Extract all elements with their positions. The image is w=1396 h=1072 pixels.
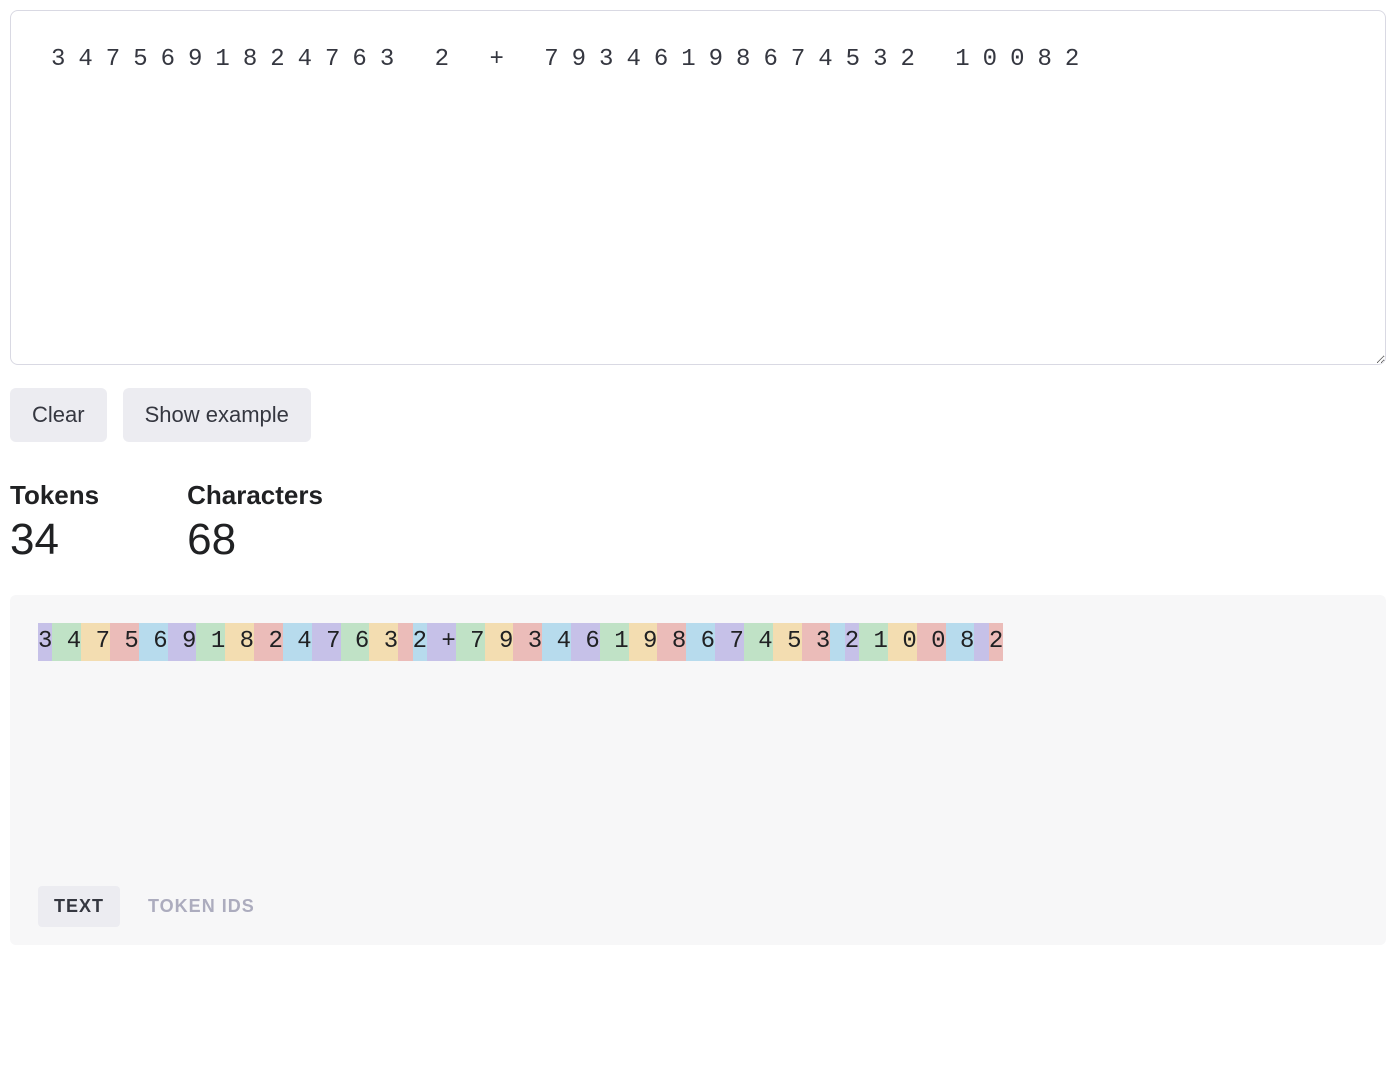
token: 2	[989, 623, 1003, 661]
token: 0	[888, 623, 917, 661]
text-input[interactable]	[10, 10, 1386, 365]
button-row: Clear Show example	[10, 388, 1386, 442]
input-area	[10, 10, 1386, 370]
token: 3	[802, 623, 831, 661]
token: 3	[513, 623, 542, 661]
tokens-label: Tokens	[10, 480, 99, 511]
token: 6	[686, 623, 715, 661]
token: 8	[946, 623, 975, 661]
token: 5	[773, 623, 802, 661]
token: 6	[139, 623, 168, 661]
token: 2	[845, 623, 859, 661]
token: 7	[456, 623, 485, 661]
token: 7	[81, 623, 110, 661]
token: 8	[657, 623, 686, 661]
token: 9	[485, 623, 514, 661]
token: 7	[715, 623, 744, 661]
token: 0	[917, 623, 946, 661]
tokens-display: 3 4 7 5 6 9 1 8 2 4 7 6 3 2 + 7 9 3 4 6 …	[38, 623, 1358, 661]
token: 5	[110, 623, 139, 661]
tabs-row: TEXT TOKEN IDS	[38, 886, 1358, 927]
token: +	[427, 623, 456, 661]
token	[974, 623, 988, 661]
token: 6	[571, 623, 600, 661]
token: 1	[196, 623, 225, 661]
token: 8	[225, 623, 254, 661]
characters-label: Characters	[187, 480, 323, 511]
tab-token-ids[interactable]: TOKEN IDS	[132, 886, 271, 927]
token: 4	[283, 623, 312, 661]
token: 3	[38, 623, 52, 661]
token: 2	[413, 623, 427, 661]
token: 4	[52, 623, 81, 661]
token	[398, 623, 412, 661]
token: 4	[542, 623, 571, 661]
clear-button[interactable]: Clear	[10, 388, 107, 442]
token: 9	[168, 623, 197, 661]
token: 3	[369, 623, 398, 661]
stats-row: Tokens 34 Characters 68	[10, 480, 1386, 565]
tab-text[interactable]: TEXT	[38, 886, 120, 927]
token-panel: 3 4 7 5 6 9 1 8 2 4 7 6 3 2 + 7 9 3 4 6 …	[10, 595, 1386, 945]
token: 1	[859, 623, 888, 661]
token: 1	[600, 623, 629, 661]
token: 2	[254, 623, 283, 661]
token: 9	[629, 623, 658, 661]
token: 4	[744, 623, 773, 661]
token: 7	[312, 623, 341, 661]
characters-stat: Characters 68	[187, 480, 323, 565]
token: 6	[341, 623, 370, 661]
tokens-stat: Tokens 34	[10, 480, 99, 565]
characters-value: 68	[187, 515, 323, 565]
tokens-value: 34	[10, 515, 99, 565]
token	[830, 623, 844, 661]
show-example-button[interactable]: Show example	[123, 388, 311, 442]
